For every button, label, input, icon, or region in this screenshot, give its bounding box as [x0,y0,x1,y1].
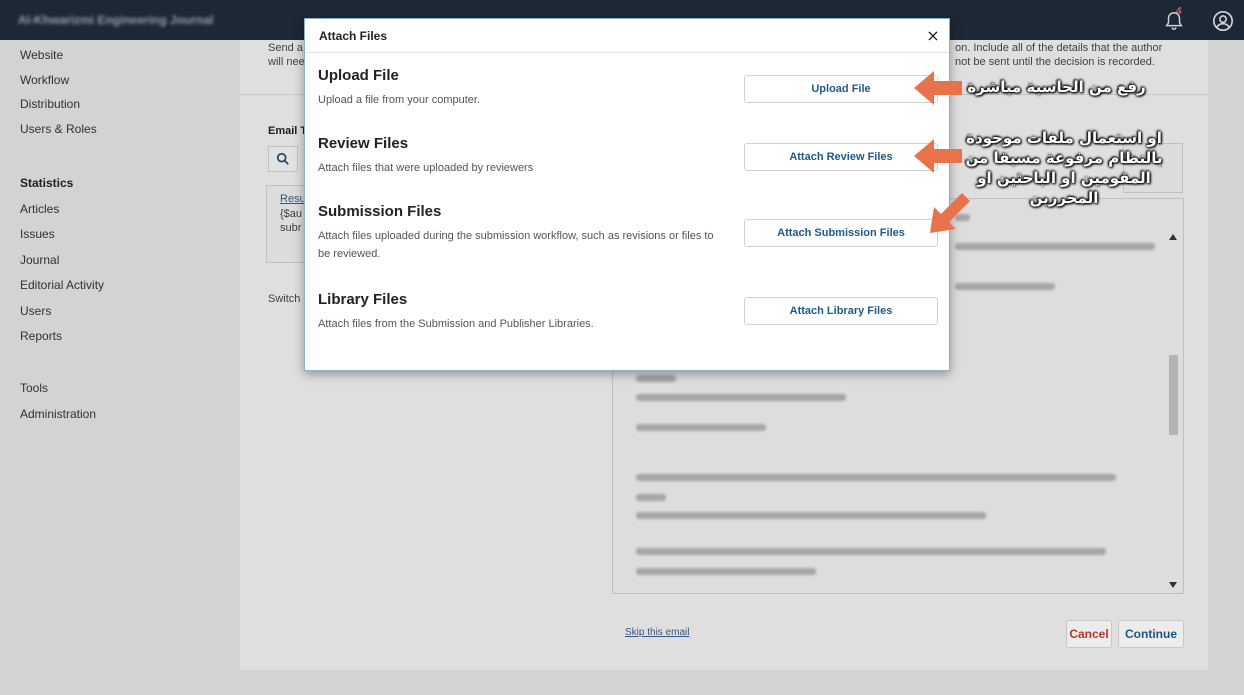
sidebar-item-administration[interactable]: Administration [20,407,96,421]
blurred-text [636,494,666,501]
attach-review-files-button[interactable]: Attach Review Files [744,143,938,171]
blurred-text [636,375,676,382]
annotation-upload: رفع من الحاسبة مباشرة [967,78,1146,96]
sidebar-item-users-roles[interactable]: Users & Roles [20,122,97,136]
journal-name[interactable]: Al-Khwarizmi Engineering Journal [18,13,213,27]
template-result-text: {$au [280,208,303,220]
section-title-library: Library Files [318,291,408,308]
section-title-submission: Submission Files [318,203,442,220]
scrollbar-thumb[interactable] [1169,355,1178,435]
sidebar: Website Workflow Distribution Users & Ro… [0,40,240,695]
sidebar-item-distribution[interactable]: Distribution [20,97,80,111]
arrow-left-icon [914,71,962,105]
arrow-down-left-icon [930,193,970,233]
switch-label: Switch [268,293,301,305]
sidebar-item-website[interactable]: Website [20,48,63,62]
section-desc-submission: Attach files uploaded during the submiss… [318,230,714,260]
user-icon[interactable] [1212,10,1234,32]
section-title-review: Review Files [318,135,409,152]
section-desc-library: Attach files from the Submission and Pub… [318,318,594,330]
upload-file-button[interactable]: Upload File [744,75,938,103]
search-icon [276,152,289,165]
annotation-existing-files: او استعمال ملفات موجودة بالنظام مرفوعة م… [965,129,1163,207]
modal-title: Attach Files [319,29,388,43]
sidebar-heading-statistics[interactable]: Statistics [20,176,73,190]
template-result-link[interactable]: Resu [280,193,306,205]
blurred-text [636,548,1106,555]
close-icon[interactable]: × [923,25,943,45]
cancel-button[interactable]: Cancel [1066,620,1112,648]
section-title-upload: Upload File [318,67,399,84]
scroll-down-icon[interactable] [1169,582,1177,588]
sidebar-item-issues[interactable]: Issues [20,227,55,241]
sidebar-item-journal[interactable]: Journal [20,253,59,267]
sidebar-item-editorial-activity[interactable]: Editorial Activity [20,278,104,292]
blurred-text [636,424,766,431]
sidebar-item-reports[interactable]: Reports [20,329,62,343]
sidebar-item-tools[interactable]: Tools [20,381,48,395]
section-desc-review: Attach files that were uploaded by revie… [318,162,534,174]
intro-text-fragment: on. Include all of the details that the … [955,42,1163,54]
skip-email-link[interactable]: Skip this email [625,627,689,638]
blurred-text [636,512,986,519]
intro-text-fragment: not be sent until the decision is record… [955,56,1155,68]
attach-library-files-button[interactable]: Attach Library Files [744,297,938,325]
section-desc-upload: Upload a file from your computer. [318,94,481,106]
blurred-text [636,394,846,401]
template-result-text: subr [280,222,302,234]
template-search-box[interactable] [268,146,298,172]
attach-submission-files-button[interactable]: Attach Submission Files [744,219,938,247]
scroll-up-icon[interactable] [1169,234,1177,240]
notification-badge: 4 [1176,6,1182,17]
modal-divider [305,52,949,53]
blurred-text [636,474,1116,481]
sidebar-item-articles[interactable]: Articles [20,202,59,216]
continue-button[interactable]: Continue [1118,620,1184,648]
attach-files-modal: Attach Files × Upload File Upload a file… [304,18,950,371]
blurred-text [955,243,1155,250]
email-template-label: Email T [268,125,308,137]
intro-text-fragment: Send a [268,42,303,54]
sidebar-item-workflow[interactable]: Workflow [20,73,69,87]
intro-text-fragment: will nee [268,56,305,68]
blurred-text [955,283,1055,290]
sidebar-item-users[interactable]: Users [20,304,51,318]
blurred-text [636,568,816,575]
